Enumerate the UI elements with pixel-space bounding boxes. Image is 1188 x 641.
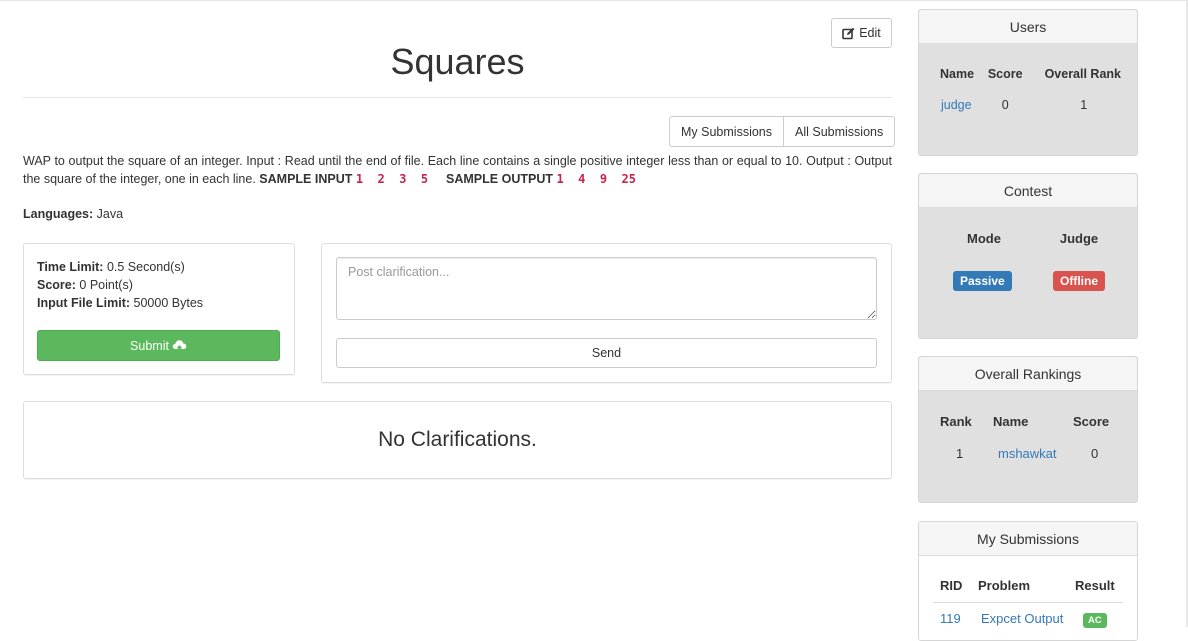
submission-problem-link[interactable]: Expcet Output <box>981 611 1063 626</box>
score: Score: 0 Point(s) <box>37 278 133 292</box>
title-divider <box>23 97 892 98</box>
contest-heading: Contest <box>919 174 1137 208</box>
submit-button[interactable]: Submit <box>37 330 280 361</box>
my-submissions-button[interactable]: My Submissions <box>669 116 784 147</box>
ranking-score: 0 <box>1091 446 1099 461</box>
rank-col-score: Score <box>1073 414 1110 429</box>
users-header-row: Name Score Overall Rank <box>937 65 1121 83</box>
subs-col-rid: RID <box>940 578 963 593</box>
all-submissions-button[interactable]: All Submissions <box>784 116 896 147</box>
user-score: 0 <box>1001 98 1009 112</box>
rank-col-name: Name <box>993 414 1029 429</box>
clarification-input[interactable] <box>336 257 877 320</box>
no-clarifications-message: No Clarifications. <box>378 428 537 451</box>
subs-header-divider <box>933 602 1123 603</box>
overall-rankings-panel: Overall Rankings Rank Name Score 1 mshaw… <box>918 356 1138 503</box>
send-button[interactable]: Send <box>336 338 877 368</box>
users-col-name: Name <box>940 67 975 81</box>
users-table: Name Score Overall Rank judge 0 1 <box>937 65 1121 113</box>
clarifications-list-panel: No Clarifications. <box>23 401 892 479</box>
sample-output: 1 4 9 25 <box>556 172 651 186</box>
user-rank: 1 <box>1080 98 1088 112</box>
languages-value: Java <box>96 207 124 221</box>
submit-label: Submit <box>130 338 169 353</box>
sample-input-label: SAMPLE INPUT <box>259 172 353 186</box>
submissions-button-group: My Submissions All Submissions <box>669 116 896 147</box>
submission-rid-link[interactable]: 119 <box>940 611 961 626</box>
time-limit-value: 0.5 Second(s) <box>106 260 185 274</box>
users-heading: Users <box>919 10 1137 44</box>
my-submissions-heading: My Submissions <box>919 522 1137 556</box>
languages-line: Languages: Java <box>23 207 123 221</box>
subs-col-result: Result <box>1075 578 1115 593</box>
problem-description: WAP to output the square of an integer. … <box>23 152 892 188</box>
subs-col-problem: Problem <box>978 578 1031 593</box>
limits-panel: Time Limit: 0.5 Second(s) Score: 0 Point… <box>23 243 295 375</box>
judge-label: Judge <box>1059 231 1099 246</box>
languages-label: Languages: <box>23 207 94 221</box>
users-panel: Users Name Score Overall Rank judge 0 1 <box>918 9 1138 156</box>
result-badge: AC <box>1083 613 1107 628</box>
score-value: 0 Point(s) <box>79 278 133 292</box>
my-submissions-panel: My Submissions RID Problem Result 119 Ex… <box>918 521 1138 641</box>
time-limit: Time Limit: 0.5 Second(s) <box>37 260 185 274</box>
top-border <box>0 0 1188 1</box>
contest-panel: Contest Mode Judge Passive Offline <box>918 173 1138 339</box>
cloud-upload-icon <box>172 340 187 352</box>
user-link[interactable]: judge <box>941 98 972 112</box>
ranking-rank: 1 <box>956 446 964 461</box>
clarification-panel: Send <box>321 243 892 383</box>
judge-status-badge: Offline <box>1053 271 1105 291</box>
users-col-score: Score <box>987 67 1023 81</box>
rankings-heading: Overall Rankings <box>919 357 1137 391</box>
input-file-limit: Input File Limit: 50000 Bytes <box>37 296 203 310</box>
sample-input: 1 2 3 5 <box>355 172 443 186</box>
page-title: Squares <box>390 41 525 82</box>
time-limit-label: Time Limit: <box>37 260 104 274</box>
table-row: judge 0 1 <box>937 83 1121 113</box>
input-limit-label: Input File Limit: <box>37 296 131 310</box>
mode-badge: Passive <box>953 271 1012 291</box>
input-limit-value: 50000 Bytes <box>133 296 204 310</box>
users-col-rank: Overall Rank <box>1044 67 1121 81</box>
ranking-user-link[interactable]: mshawkat <box>998 446 1057 461</box>
rank-col-rank: Rank <box>940 414 972 429</box>
sample-output-label: SAMPLE OUTPUT <box>446 172 553 186</box>
score-label: Score: <box>37 278 76 292</box>
